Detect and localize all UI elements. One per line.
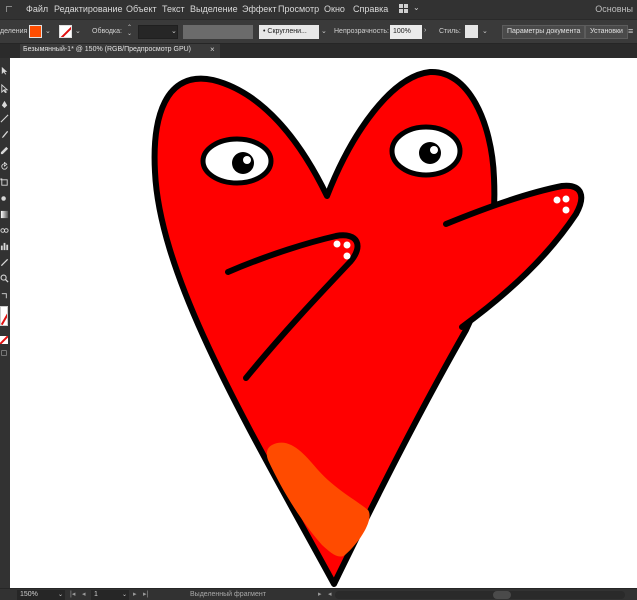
brush-style-button[interactable]: • Скруглени... bbox=[259, 25, 319, 39]
none-color-button[interactable] bbox=[0, 336, 8, 344]
screen-mode-icon[interactable] bbox=[1, 350, 7, 356]
graphic-style-swatch[interactable] bbox=[465, 25, 478, 38]
eyedropper-tool-icon[interactable] bbox=[0, 258, 9, 267]
first-artboard-icon[interactable]: |◂ bbox=[70, 590, 75, 598]
stroke-weight-chevron-down-icon[interactable]: ⌄ bbox=[171, 27, 177, 35]
line-tool-icon[interactable] bbox=[0, 114, 9, 123]
stroke-chevron-down-icon[interactable]: ⌄ bbox=[75, 27, 81, 35]
zoom-level-value: 150% bbox=[20, 591, 38, 598]
next-artboard-icon[interactable]: ▸ bbox=[133, 590, 137, 598]
fill-stroke-proxy[interactable] bbox=[0, 306, 8, 326]
document-tab[interactable]: Безымянный-1* @ 150% (RGB/Предпросмотр G… bbox=[20, 44, 220, 58]
close-tab-icon[interactable]: × bbox=[210, 45, 215, 54]
down-arrow-icon[interactable]: ⌄ bbox=[127, 31, 135, 37]
more-options-icon[interactable]: ≡ bbox=[628, 26, 633, 36]
style-chevron-down-icon[interactable]: ⌄ bbox=[482, 27, 488, 35]
preferences-button[interactable]: Установки bbox=[585, 25, 628, 39]
chevron-down-icon: ⌄ bbox=[121, 592, 127, 598]
shape-builder-tool-icon[interactable] bbox=[0, 194, 9, 203]
left-hand-dot bbox=[343, 252, 351, 260]
variable-width-profile[interactable] bbox=[183, 25, 253, 39]
fill-chevron-down-icon[interactable]: ⌄ bbox=[45, 27, 51, 35]
menu-bar: Файл Редактирование Объект Текст Выделен… bbox=[0, 0, 637, 19]
workspace-label[interactable]: Основны bbox=[595, 4, 633, 14]
selection-label: деления bbox=[0, 28, 28, 35]
rotate-tool-icon[interactable] bbox=[0, 162, 9, 171]
brush-style-label: Скруглени... bbox=[267, 28, 307, 35]
menu-edit[interactable]: Редактирование bbox=[54, 4, 123, 14]
document-tab-title: Безымянный-1* @ 150% (RGB/Предпросмотр G… bbox=[23, 46, 192, 53]
heart-character-artwork[interactable] bbox=[10, 58, 637, 588]
horizontal-scrollbar[interactable] bbox=[335, 591, 625, 599]
zoom-tool-icon[interactable] bbox=[0, 274, 9, 283]
left-pupil bbox=[232, 152, 254, 174]
left-hand-dot bbox=[343, 241, 351, 249]
styles-label: Стиль: bbox=[439, 28, 461, 35]
free-transform-tool-icon[interactable] bbox=[0, 178, 9, 187]
right-hand-dot bbox=[562, 206, 570, 214]
fill-color-swatch[interactable] bbox=[29, 25, 42, 38]
menu-help[interactable]: Справка bbox=[353, 4, 388, 14]
opacity-label[interactable]: Непрозрачность: bbox=[334, 28, 389, 35]
artboard-number-value: 1 bbox=[94, 591, 98, 598]
menu-view[interactable]: Просмотр bbox=[278, 4, 319, 14]
right-hand-dot bbox=[553, 196, 561, 204]
opacity-chevron-right-icon[interactable]: › bbox=[424, 27, 426, 34]
scroll-left-arrow-icon[interactable]: ◂ bbox=[328, 590, 332, 598]
status-text[interactable]: Выделенный фрагмент bbox=[190, 591, 266, 598]
menu-effect[interactable]: Эффект bbox=[242, 4, 276, 14]
last-artboard-icon[interactable]: ▸| bbox=[143, 590, 148, 598]
selection-tool-icon[interactable] bbox=[0, 66, 9, 75]
stroke-label: Обводка: bbox=[92, 28, 122, 35]
status-menu-arrow-icon[interactable]: ▸ bbox=[318, 590, 322, 598]
right-hand-dot bbox=[562, 195, 570, 203]
gradient-tool-icon[interactable] bbox=[0, 210, 9, 219]
menu-file[interactable]: Файл bbox=[26, 4, 48, 14]
chevron-down-icon: ⌄ bbox=[57, 592, 63, 598]
menu-type[interactable]: Текст bbox=[162, 4, 185, 14]
left-eye-glint bbox=[243, 156, 251, 164]
pencil-tool-icon[interactable] bbox=[0, 146, 9, 155]
control-bar: деления ⌄ ⌄ Обводка: ⌃ ⌄ ⌄ • Скруглени..… bbox=[0, 19, 637, 44]
opacity-input[interactable]: 100% bbox=[390, 25, 422, 39]
right-eye-glint bbox=[430, 146, 438, 154]
pen-tool-icon[interactable] bbox=[0, 100, 9, 109]
menu-object[interactable]: Объект bbox=[126, 4, 157, 14]
column-graph-tool-icon[interactable] bbox=[0, 242, 9, 251]
menu-window[interactable]: Окно bbox=[324, 4, 345, 14]
left-hand-dot bbox=[333, 240, 341, 248]
workspace-switcher-button[interactable]: ⌄ bbox=[399, 3, 423, 15]
brush-chevron-down-icon[interactable]: ⌄ bbox=[321, 27, 327, 35]
grid-layout-icon bbox=[399, 4, 408, 13]
direct-selection-tool-icon[interactable] bbox=[0, 84, 9, 93]
scrollbar-thumb[interactable] bbox=[493, 591, 511, 599]
chevron-down-icon: ⌄ bbox=[413, 3, 420, 12]
swap-fill-stroke-icon[interactable] bbox=[0, 291, 9, 300]
app-logo bbox=[6, 6, 12, 12]
artboard-number-select[interactable]: 1 ⌄ bbox=[91, 590, 129, 600]
artboard-canvas[interactable] bbox=[10, 58, 637, 588]
menu-select[interactable]: Выделение bbox=[190, 4, 238, 14]
stroke-weight-stepper[interactable]: ⌃ ⌄ bbox=[127, 25, 135, 39]
status-bar: 150% ⌄ |◂ ◂ 1 ⌄ ▸ ▸| Выделенный фрагмент… bbox=[0, 588, 637, 600]
blend-tool-icon[interactable] bbox=[0, 226, 9, 235]
stroke-color-swatch[interactable] bbox=[59, 25, 72, 38]
previous-artboard-icon[interactable]: ◂ bbox=[82, 590, 86, 598]
paintbrush-tool-icon[interactable] bbox=[0, 130, 9, 139]
document-setup-button[interactable]: Параметры документа bbox=[502, 25, 586, 39]
document-tab-bar: Безымянный-1* @ 150% (RGB/Предпросмотр G… bbox=[0, 44, 637, 58]
tools-panel bbox=[0, 58, 10, 588]
right-pupil bbox=[419, 142, 441, 164]
zoom-level-select[interactable]: 150% ⌄ bbox=[17, 590, 65, 600]
